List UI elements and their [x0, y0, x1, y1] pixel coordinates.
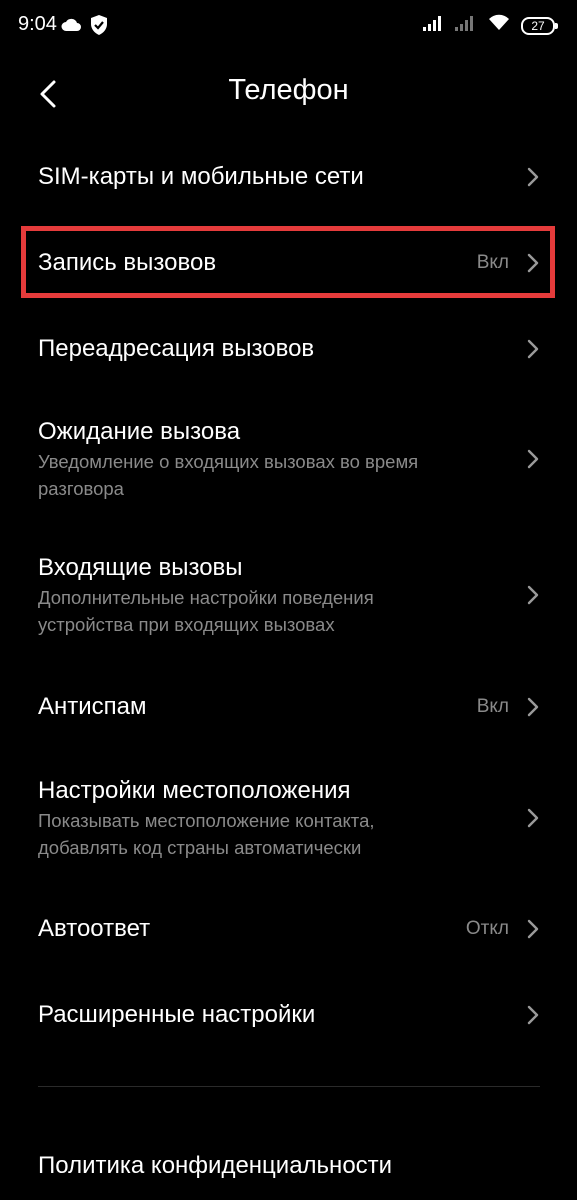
item-subtitle-line: Уведомление о входящих вызовах во время: [38, 450, 419, 472]
item-subtitle: Уведомление о входящих вызовах во время …: [38, 448, 525, 502]
chevron-right-icon: [527, 585, 539, 605]
item-subtitle: Дополнительные настройки поведения устро…: [38, 584, 525, 638]
item-subtitle-line: Показывать местоположение контакта,: [38, 809, 375, 831]
item-title: Автоответ: [38, 915, 151, 942]
signal-icon: [455, 14, 477, 37]
chevron-right-icon: [527, 697, 539, 717]
app-header: Телефон: [0, 58, 577, 128]
item-value: Вкл: [476, 252, 509, 273]
status-left-icons: [60, 14, 108, 41]
page-title: Телефон: [228, 74, 349, 106]
shield-icon: [90, 14, 108, 41]
chevron-right-icon: [527, 1005, 539, 1025]
battery-level: 27: [531, 18, 545, 33]
settings-list: SIM-карты и мобильные сети Запись вызово…: [0, 134, 577, 1058]
item-title: Политика конфиденциальности: [38, 1152, 393, 1179]
chevron-right-icon: [527, 339, 539, 359]
battery-icon: 27: [521, 16, 558, 35]
chevron-right-icon: [527, 919, 539, 939]
call-recording-item[interactable]: Запись вызовов Вкл: [0, 220, 577, 306]
chevron-right-icon: [527, 253, 539, 273]
autoanswer-item[interactable]: Автоответ Откл: [0, 886, 577, 972]
item-subtitle-line: разговора: [38, 477, 124, 499]
item-title: Настройки местоположения: [38, 776, 351, 804]
status-time: 9:04: [18, 13, 57, 35]
item-subtitle: Показывать местоположение контакта, доба…: [38, 807, 525, 861]
status-right-icons: 27: [423, 14, 558, 37]
antispam-item[interactable]: Антиспам Вкл: [0, 664, 577, 750]
item-title: SIM-карты и мобильные сети: [38, 163, 364, 190]
chevron-right-icon: [527, 808, 539, 828]
location-settings-item[interactable]: Настройки местоположения Показывать мест…: [0, 750, 577, 886]
chevron-right-icon: [527, 449, 539, 469]
status-bar: 9:04 27: [0, 0, 577, 52]
cloud-icon: [60, 17, 82, 38]
chevron-right-icon: [527, 167, 539, 187]
item-title: Переадресация вызовов: [38, 335, 315, 362]
advanced-settings-item[interactable]: Расширенные настройки: [0, 972, 577, 1058]
wifi-icon: [487, 14, 511, 37]
item-value: Откл: [465, 918, 509, 939]
item-subtitle-line: Дополнительные настройки поведения: [38, 586, 374, 608]
item-subtitle-line: добавлять код страны автоматически: [38, 836, 362, 858]
sim-cards-item[interactable]: SIM-карты и мобильные сети: [0, 134, 577, 220]
call-forwarding-item[interactable]: Переадресация вызовов: [0, 306, 577, 392]
item-subtitle-line: устройства при входящих вызовах: [38, 613, 335, 635]
item-title: Ожидание вызова: [38, 417, 241, 445]
item-title: Запись вызовов: [38, 249, 217, 276]
item-title: Расширенные настройки: [38, 1001, 316, 1028]
privacy-policy-item[interactable]: Политика конфиденциальности: [0, 1138, 577, 1194]
signal-icon: [423, 14, 445, 37]
item-title: Входящие вызовы: [38, 553, 243, 581]
item-value: Вкл: [476, 696, 509, 717]
item-title: Антиспам: [38, 693, 147, 720]
call-waiting-item[interactable]: Ожидание вызова Уведомление о входящих в…: [0, 392, 577, 526]
section-divider: [38, 1086, 540, 1087]
incoming-calls-item[interactable]: Входящие вызовы Дополнительные настройки…: [0, 526, 577, 664]
